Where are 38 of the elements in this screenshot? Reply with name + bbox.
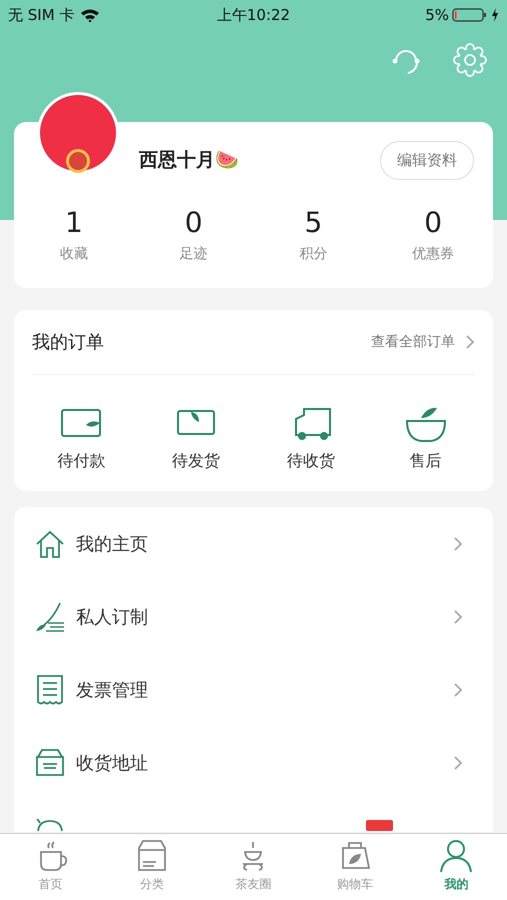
order-status-label[interactable]: 待收货	[286, 451, 335, 472]
stat-label[interactable]: 足迹	[180, 245, 208, 263]
settings-icon[interactable]	[453, 43, 487, 77]
stat-label[interactable]: 优惠券	[412, 245, 454, 263]
chevron-icon[interactable]	[453, 608, 463, 624]
section-title: 我的订单	[32, 331, 104, 354]
tab[interactable]: 我的	[406, 834, 507, 900]
edit-profile-button[interactable]: 编辑资料	[380, 140, 474, 180]
archive-box-icon[interactable]	[34, 746, 66, 778]
user-name: 西恩十月🍉	[139, 148, 239, 173]
avatar[interactable]	[36, 91, 120, 175]
menu-item-label[interactable]: 我的主页	[76, 532, 443, 556]
person-icon[interactable]	[438, 838, 474, 874]
charging-icon	[490, 8, 499, 22]
order-status-label[interactable]: 售后	[410, 451, 442, 472]
carrier-text: 无 SIM 卡	[8, 6, 74, 24]
order-status-label[interactable]: 待发货	[172, 451, 220, 472]
order-status-label[interactable]: 待付款	[57, 451, 106, 472]
battery-icon	[452, 7, 488, 23]
stat-value[interactable]: 0	[424, 206, 442, 239]
chevron-icon	[465, 334, 475, 350]
receipt-icon[interactable]	[34, 674, 66, 706]
chevron-icon[interactable]	[453, 682, 463, 698]
status-time: 上午10:22	[216, 6, 290, 24]
menu-item-label[interactable]: 私人订制	[76, 604, 443, 628]
wifi-icon	[80, 8, 100, 22]
stat-label[interactable]: 积分	[299, 245, 328, 263]
stat-label[interactable]: 收藏	[60, 245, 88, 263]
stat-value[interactable]: 1	[64, 206, 83, 239]
stat-value[interactable]: 0	[184, 206, 203, 239]
menu-item-label[interactable]: 收货地址	[76, 750, 443, 774]
view-all-link[interactable]: 查看全部订单	[371, 333, 455, 351]
chevron-icon[interactable]	[453, 536, 463, 552]
battery-text: 5%	[425, 6, 449, 24]
stat-value[interactable]: 5	[304, 206, 322, 239]
brush-icon[interactable]	[34, 600, 66, 632]
chevron-icon[interactable]	[453, 754, 463, 770]
menu-item-label[interactable]: 发票管理	[76, 678, 443, 702]
